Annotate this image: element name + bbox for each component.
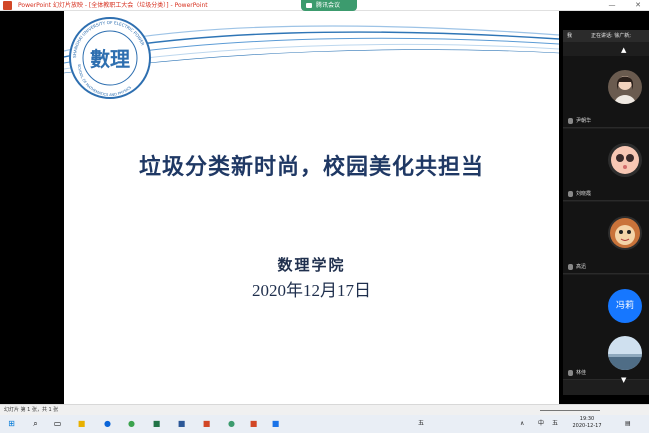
powerpoint-slideshow-icon[interactable]: ■ xyxy=(248,418,259,429)
self-label: 我 xyxy=(567,33,573,39)
minimize-button[interactable]: — xyxy=(606,1,618,10)
meeting-icon xyxy=(306,3,312,8)
slide-count-status: 幻灯片 第 1 张，共 1 张 xyxy=(4,407,59,413)
speaking-label: 正在讲话: 徐广新; xyxy=(591,33,631,39)
wechat-icon[interactable]: ● xyxy=(126,418,137,429)
mic-icon xyxy=(568,370,573,376)
meeting-tab-label: 腾讯会议 xyxy=(316,2,341,9)
app-icon[interactable]: ■ xyxy=(270,418,281,429)
file-explorer-icon[interactable]: ■ xyxy=(76,418,87,429)
ime-indicator[interactable]: 五 xyxy=(418,418,424,429)
taskbar-clock[interactable]: 19:30 2020-12-17 xyxy=(567,416,607,430)
notification-icon[interactable]: ▤ xyxy=(625,418,631,429)
speaking-indicator: 我 正在讲话: 徐广新; xyxy=(563,30,649,42)
participant-name: 林佳 xyxy=(576,370,587,376)
system-tray-arrow-icon[interactable]: ∧ xyxy=(520,418,524,429)
meeting-participant-panel: 我 正在讲话: 徐广新; ▲ 尹朝华 刘晓霞 高迅 冯莉 冯莉 xyxy=(563,30,649,395)
windows-start-icon[interactable]: ⊞ xyxy=(6,418,17,429)
participant-tile[interactable]: 林佳 xyxy=(563,326,649,380)
participant-name: 尹朝华 xyxy=(576,118,592,124)
slide-canvas: 數理 SHANGHAI UNIVERSITY OF ELECTRIC POWER… xyxy=(64,11,559,404)
task-view-icon[interactable]: ▭ xyxy=(52,418,63,429)
scroll-up-arrow[interactable]: ▲ xyxy=(621,46,626,54)
search-icon[interactable]: ⌕ xyxy=(30,418,41,429)
edge-browser-icon[interactable]: ● xyxy=(102,418,113,429)
participant-tile[interactable]: 刘晓霞 xyxy=(563,129,649,201)
tencent-meeting-icon[interactable]: ● xyxy=(226,418,237,429)
meeting-tab[interactable]: 腾讯会议 xyxy=(301,0,357,11)
clock-date: 2020-12-17 xyxy=(572,423,602,429)
avatar xyxy=(608,336,642,370)
slide-college-name: 数理学院 xyxy=(277,256,346,274)
close-button[interactable]: ✕ xyxy=(632,1,644,10)
powerpoint-icon xyxy=(3,1,12,10)
mic-icon xyxy=(568,118,573,124)
avatar xyxy=(608,70,642,104)
avatar-text: 冯莉 xyxy=(608,289,642,323)
scroll-down-arrow[interactable]: ▼ xyxy=(621,376,626,384)
excel-icon[interactable]: ■ xyxy=(151,418,162,429)
window-title: PowerPoint 幻灯片放映 - [全体教职工大会（垃圾分类）] - Pow… xyxy=(18,2,208,9)
avatar: 冯莉 xyxy=(608,289,642,323)
participant-name: 高迅 xyxy=(576,264,587,270)
mic-icon xyxy=(568,264,573,270)
word-icon[interactable]: ■ xyxy=(176,418,187,429)
avatar xyxy=(608,216,642,250)
slideshow-controls: ‹›✎⋯ xyxy=(6,395,56,413)
windows-taskbar: ⊞ ⌕ ▭ ■ ● ● ■ ■ ■ ● ■ ■ 五 ∧ 中 五 19:30 20… xyxy=(0,415,649,433)
slide-date: 2020年12月17日 xyxy=(252,281,371,300)
avatar xyxy=(608,143,642,177)
ime-mode[interactable]: 五 xyxy=(552,418,558,429)
participant-tile[interactable]: 高迅 xyxy=(563,202,649,274)
participant-tile[interactable]: 尹朝华 xyxy=(563,56,649,128)
school-logo: 數理 SHANGHAI UNIVERSITY OF ELECTRIC POWER… xyxy=(69,17,151,99)
slide-main-title: 垃圾分类新时尚，校园美化共担当 xyxy=(138,154,484,180)
ime-lang[interactable]: 中 xyxy=(538,418,544,429)
mic-icon xyxy=(568,191,573,197)
participant-name: 刘晓霞 xyxy=(576,191,592,197)
powerpoint-taskbar-icon[interactable]: ■ xyxy=(201,418,212,429)
logo-chars: 數理 xyxy=(90,47,130,71)
zoom-slider[interactable] xyxy=(540,410,600,411)
clock-time: 19:30 xyxy=(579,416,595,422)
ppt-status-bar: 幻灯片 第 1 张，共 1 张 xyxy=(0,404,649,415)
